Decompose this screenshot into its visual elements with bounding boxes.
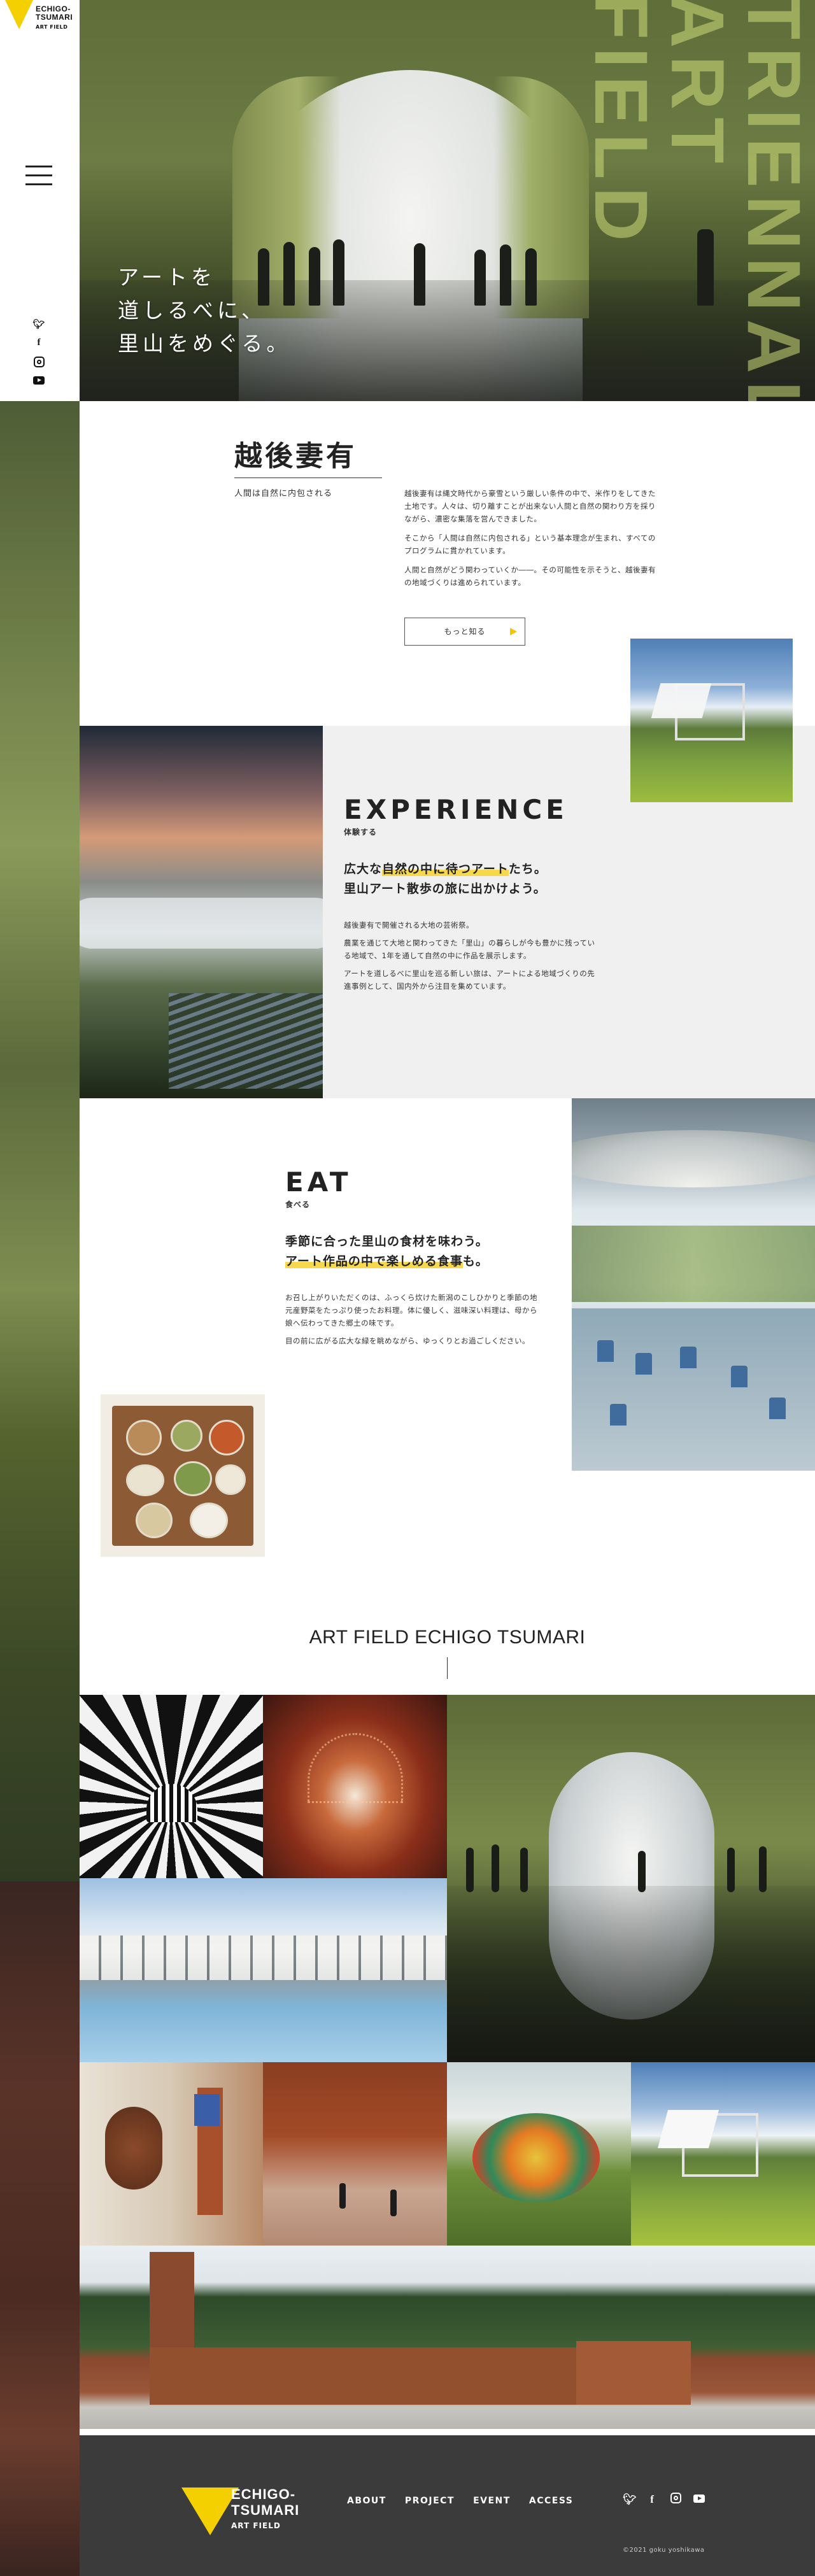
youtube-icon[interactable] [32,376,45,388]
experience-title: EXPERIENCE [344,794,568,825]
eat-section: EAT 食べる 季節に合った里山の食材を味わう。 アート作品の中で楽しめる食事も… [80,1098,815,1595]
logo-sub: ART FIELD [36,24,68,30]
gallery-title-divider [447,1657,448,1679]
more-button[interactable]: もっと知る [404,618,525,646]
experience-paragraph: 越後妻有で開催される大地の芸術祭。 [344,921,474,930]
site-footer: ECHIGO- TSUMARI ART FIELD ABOUT PROJECT … [80,2435,815,2576]
about-artwork-photo [630,639,793,802]
facebook-icon[interactable]: f [32,337,45,350]
eat-lead: 季節に合った里山の食材を味わう。 アート作品の中で楽しめる食事も。 [285,1235,488,1268]
facebook-icon[interactable]: f [646,2493,658,2506]
footer-logo-line-1: ECHIGO- [231,2486,296,2502]
site-logo[interactable]: ECHIGO- TSUMARI ART FIELD [0,0,80,38]
gallery-tile-rust-walls[interactable] [263,2062,447,2246]
experience-lead-highlight: 自然の中に待つアート [382,862,509,876]
hero-copy-line-2: 道しるべに、 [118,298,267,323]
footer-logo-sub: ART FIELD [231,2521,281,2530]
experience-paragraph: 農業を通じて大地と関わってきた「里山」の暮らしが今も豊かに残っている地域で、1年… [344,938,595,960]
triangle-right-icon [510,628,517,635]
youtube-icon[interactable] [693,2493,705,2506]
about-body: 越後妻有は縄文時代から豪雪という厳しい条件の中で、米作りをしてきた土地です。人々… [404,487,659,595]
instagram-icon[interactable] [32,357,45,369]
eat-food-tray-photo [101,1394,265,1557]
gallery-tile-striped-room[interactable] [80,1695,263,1878]
footer-nav-about[interactable]: ABOUT [347,2496,386,2506]
footer-nav-event[interactable]: EVENT [473,2496,511,2506]
side-photo-strip [0,401,80,1881]
footer-nav-project[interactable]: PROJECT [405,2496,455,2506]
logo-line-2: TSUMARI [36,13,73,22]
hamburger-menu-button[interactable] [25,166,52,188]
hero-section: TRIENNALE ART FIELD アートを 道しるべに、 里山をめぐる。 [80,0,815,401]
gallery-tile-wood-sculpture[interactable] [80,2062,263,2246]
sidebar-social-links: 🐦︎ f [32,318,48,395]
eat-title: EAT [285,1166,352,1198]
gallery-tile-field-frame[interactable] [631,2062,815,2246]
sidebar: ECHIGO- TSUMARI ART FIELD 🐦︎ f [0,0,80,401]
instagram-icon[interactable] [670,2493,681,2507]
eat-paragraph: 目の前に広がる広大な緑を眺めながら、ゆっくりとお過ごしください。 [285,1336,530,1345]
experience-terrace-photo [80,726,323,1098]
eat-lead-highlight: アート作品の中で楽しめる食事 [285,1254,463,1268]
side-photo-strip-lower [0,1881,80,2576]
hero-catchcopy: アートを 道しるべに、 里山をめぐる。 [118,261,291,360]
gallery-tile-flower-sculpture[interactable] [447,2062,631,2246]
about-paragraph: 越後妻有は縄文時代から豪雪という厳しい条件の中で、米作りをしてきた土地です。人々… [404,489,656,523]
more-button-label: もっと知る [444,627,486,636]
about-paragraph: 人間と自然がどう関わっていくか――。その可能性を示そうと、越後妻有の地域づくりは… [404,565,656,587]
logo-triangle-icon [5,0,33,29]
experience-paragraph: アートを道しるべに里山を巡る新しい旅は、アートによる地域づくりの先進事例として、… [344,969,595,991]
page: ECHIGO- TSUMARI ART FIELD 🐦︎ f TRIENNALE… [0,0,815,2576]
footer-nav: ABOUT PROJECT EVENT ACCESS [347,2494,588,2506]
footer-logo[interactable]: ECHIGO- TSUMARI [231,2486,299,2518]
footer-social-links: 🐦︎ f [623,2493,714,2507]
gallery-title: ART FIELD ECHIGO TSUMARI [309,1627,586,1648]
gallery-tile-tunnel-main[interactable] [447,1695,815,2062]
about-section: 越後妻有 人間は自然に内包される 越後妻有は縄文時代から豪雪という厳しい条件の中… [80,401,815,802]
eat-paragraph: お召し上がりいただくのは、ふっくら炊けた新潟のこしひかりと季節の地元産野菜をたっ… [285,1293,537,1327]
experience-lead: 広大な自然の中に待つアートたち。 里山アート散歩の旅に出かけよう。 [344,862,547,896]
experience-body: 越後妻有で開催される大地の芸術祭。 農業を通じて大地と関わってきた「里山」の暮ら… [344,919,599,998]
copyright: ©2021 goku yoshikawa [623,2547,705,2554]
hamburger-icon [25,166,52,167]
hero-copy-line-1: アートを [118,265,216,290]
logo-text: ECHIGO- TSUMARI [36,5,73,22]
footer-nav-access[interactable]: ACCESS [529,2496,573,2506]
twitter-icon[interactable]: 🐦︎ [32,318,45,331]
hero-vertical-text: TRIENNALE ART FIELD [579,0,815,401]
about-paragraph: そこから「人間は自然に内包される」という基本理念が生まれ、すべてのプログラムに貫… [404,534,656,555]
about-subtitle: 人間は自然に内包される [234,489,333,499]
eat-restaurant-photo [572,1098,815,1471]
eat-body: お召し上がりいただくのは、ふっくら炊けた新潟のこしひかりと季節の地元産野菜をたっ… [285,1291,540,1352]
gallery-tile-tunnel-red[interactable] [263,1695,447,1878]
twitter-icon[interactable]: 🐦︎ [623,2493,637,2506]
eat-subtitle: 食べる [285,1200,311,1209]
gallery-tile-pool-building[interactable] [80,1878,447,2062]
gallery-tile-rust-building[interactable] [80,2246,815,2429]
experience-subtitle: 体験する [344,828,378,837]
footer-logo-triangle-icon [181,2488,239,2535]
footer-logo-line-2: TSUMARI [231,2502,300,2518]
about-title: 越後妻有 [234,433,382,478]
hero-copy-line-3: 里山をめぐる。 [118,331,292,356]
